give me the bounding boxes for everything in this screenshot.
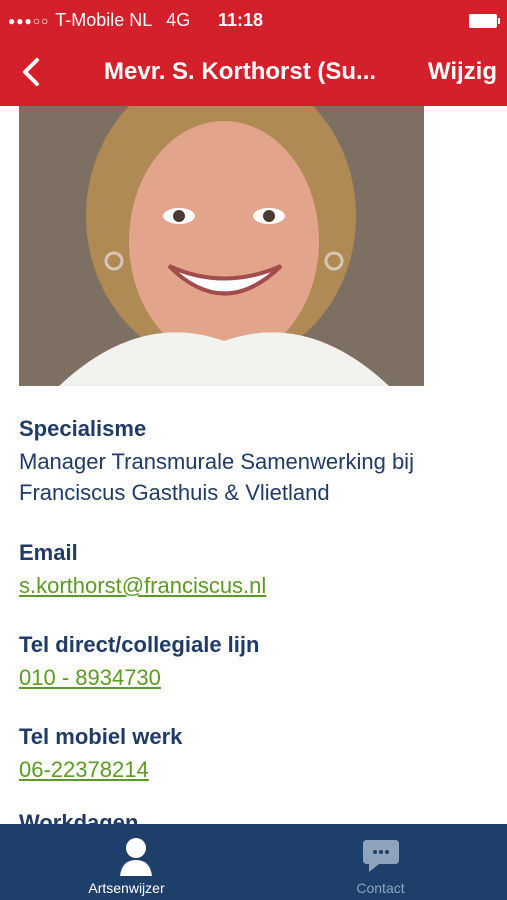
tel-mobile-label: Tel mobiel werk	[19, 724, 183, 749]
specialism-value-line2: Franciscus Gasthuis & Vlietland	[19, 480, 330, 505]
tab-contact[interactable]: Contact	[254, 824, 507, 900]
page-title: Mevr. S. Korthorst (Su...	[104, 58, 377, 85]
signal-strength-icon: ●●●○○	[8, 13, 50, 28]
email-section: Email s.korthorst@franciscus.nl	[19, 540, 489, 601]
clock: 11:18	[218, 10, 264, 30]
workdays-label: Workdagen	[19, 810, 139, 824]
edit-button[interactable]: Wijzig	[428, 58, 497, 86]
tel-direct-section: Tel direct/collegiale lijn 010 - 8934730	[19, 632, 489, 693]
person-icon	[120, 838, 152, 876]
tab-contact-label: Contact	[356, 880, 405, 896]
tab-bar: Artsenwijzer Contact	[0, 824, 507, 900]
navigation-bar: Mevr. S. Korthorst (Su... Wijzig	[0, 40, 507, 106]
chat-bubble-icon	[363, 840, 399, 872]
status-bar: ●●●○○ T-Mobile NL 4G 11:18	[0, 0, 507, 40]
network-type: 4G	[166, 10, 191, 30]
carrier-info: ●●●○○ T-Mobile NL 4G	[8, 10, 190, 31]
carrier-name: T-Mobile NL	[55, 10, 153, 30]
email-label: Email	[19, 540, 78, 565]
back-button[interactable]	[14, 54, 48, 90]
tel-mobile-section: Tel mobiel werk 06-22378214	[19, 724, 489, 785]
battery-icon	[469, 14, 500, 28]
profile-content[interactable]: Specialisme Manager Transmurale Samenwer…	[0, 106, 507, 824]
tel-direct-link[interactable]: 010 - 8934730	[19, 662, 489, 693]
tab-artsenwijzer[interactable]: Artsenwijzer	[0, 824, 253, 900]
email-link[interactable]: s.korthorst@franciscus.nl	[19, 570, 489, 601]
specialism-label: Specialisme	[19, 416, 147, 441]
profile-photo	[19, 106, 424, 386]
specialism-value-line1: Manager Transmurale Samenwerking bij	[19, 449, 414, 474]
specialism-section: Specialisme Manager Transmurale Samenwer…	[19, 416, 489, 508]
chevron-left-icon	[23, 58, 39, 86]
tel-direct-label: Tel direct/collegiale lijn	[19, 632, 260, 657]
tab-artsenwijzer-label: Artsenwijzer	[88, 880, 165, 896]
portrait-image	[19, 106, 424, 386]
tel-mobile-link[interactable]: 06-22378214	[19, 754, 489, 785]
